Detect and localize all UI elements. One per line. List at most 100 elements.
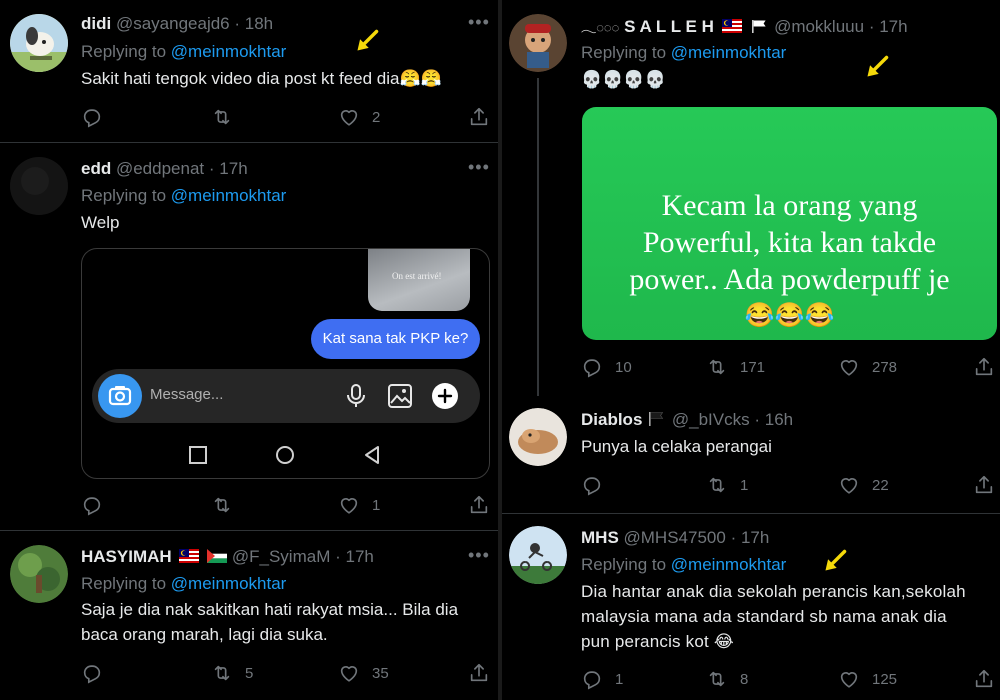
retweet-button[interactable]: 171: [706, 356, 765, 378]
more-options-icon[interactable]: •••: [468, 12, 490, 33]
user-handle[interactable]: @mokkluuu: [774, 17, 864, 36]
tweet-actions: 1 8 125: [581, 668, 996, 692]
reply-prefix: Replying to: [581, 555, 667, 574]
separator: ·: [335, 547, 341, 566]
display-name[interactable]: Diablos: [581, 410, 642, 429]
add-button[interactable]: [432, 383, 458, 409]
share-button[interactable]: [468, 662, 490, 684]
mention-link[interactable]: @meinmokhtar: [171, 574, 287, 593]
like-count: 22: [872, 476, 889, 494]
heart-icon: [838, 474, 860, 496]
timestamp[interactable]: 17h: [879, 17, 907, 36]
timestamp[interactable]: 17h: [741, 528, 769, 547]
tweet-actions: 2: [81, 106, 491, 130]
tweet-salleh[interactable]: 𓂃◌◌◌ S A L L E H @mokkluuu · 17h Replyin…: [502, 0, 1000, 396]
tweet-diablos[interactable]: Diablos @_bIVcks · 16h Punya la celaka p…: [502, 396, 1000, 514]
timestamp[interactable]: 18h: [245, 14, 273, 33]
retweet-icon: [211, 494, 233, 516]
retweet-button[interactable]: [211, 494, 233, 516]
like-button[interactable]: 2: [338, 106, 380, 128]
share-button[interactable]: [973, 474, 995, 496]
like-button[interactable]: 278: [838, 356, 897, 378]
black-flag-icon: [649, 412, 664, 426]
camera-button[interactable]: [98, 374, 142, 418]
mention-link[interactable]: @meinmokhtar: [671, 43, 787, 62]
like-button[interactable]: 1: [338, 494, 380, 516]
retweet-button[interactable]: 8: [706, 668, 748, 690]
tweet-image[interactable]: Kecam la orang yang Powerful, kita kan t…: [582, 107, 997, 340]
retweet-count: 171: [740, 358, 766, 376]
display-name[interactable]: edd: [81, 159, 111, 178]
timestamp[interactable]: 17h: [346, 547, 374, 566]
heart-icon: [338, 494, 360, 516]
nav-home-icon[interactable]: [275, 445, 295, 465]
reply-icon: [81, 662, 103, 684]
like-button[interactable]: 22: [838, 474, 889, 496]
message-composer[interactable]: Message...: [92, 369, 480, 423]
like-button[interactable]: 125: [838, 668, 897, 690]
heart-icon: [838, 356, 860, 378]
user-handle[interactable]: @eddpenat: [116, 159, 204, 178]
thread-line: [537, 78, 539, 396]
reply-prefix: Replying to: [81, 42, 167, 61]
tweet-hasyimah[interactable]: HASYIMAH @F_SyimaM · 17h ••• Replying to…: [0, 531, 498, 700]
tweet-edd[interactable]: edd @eddpenat · 17h ••• Replying to @mei…: [0, 143, 498, 529]
share-button[interactable]: [973, 668, 995, 690]
reply-button[interactable]: [581, 474, 603, 496]
embedded-image[interactable]: On est arrivé! Kat sana tak PKP ke? Mess…: [81, 248, 490, 479]
display-name[interactable]: didi: [81, 14, 111, 33]
more-options-icon[interactable]: •••: [468, 157, 490, 178]
reply-count: 1: [615, 670, 624, 688]
reply-count: 10: [615, 358, 632, 376]
avatar[interactable]: [10, 545, 68, 603]
timestamp[interactable]: 17h: [219, 159, 247, 178]
user-handle[interactable]: @MHS47500: [624, 528, 726, 547]
like-button[interactable]: 35: [338, 662, 389, 684]
reply-button[interactable]: 10: [581, 356, 632, 378]
avatar[interactable]: [10, 14, 68, 72]
reply-icon: [81, 494, 103, 516]
image-text-line: Kecam la orang yang: [661, 189, 918, 222]
share-button[interactable]: [468, 106, 490, 128]
display-name[interactable]: MHS: [581, 528, 619, 547]
reply-button[interactable]: [81, 494, 103, 516]
share-icon: [973, 356, 995, 378]
nav-square-icon[interactable]: [188, 445, 208, 465]
user-handle[interactable]: @sayangeajd6: [116, 14, 230, 33]
retweet-count: 5: [245, 664, 254, 682]
display-name[interactable]: S A L L E H: [624, 17, 714, 36]
retweet-count: 1: [740, 476, 749, 494]
user-handle[interactable]: @_bIVcks: [672, 410, 750, 429]
avatar[interactable]: [509, 526, 567, 584]
retweet-button[interactable]: 5: [211, 662, 253, 684]
display-name[interactable]: HASYIMAH: [81, 547, 172, 566]
image-text-line: 😂😂😂: [744, 303, 835, 329]
mention-link[interactable]: @meinmokhtar: [171, 42, 287, 61]
share-button[interactable]: [973, 356, 995, 378]
share-button[interactable]: [468, 494, 490, 516]
reply-prefix: Replying to: [81, 186, 167, 205]
tweet-mhs[interactable]: MHS @MHS47500 · 17h Replying to @meinmok…: [502, 514, 1000, 700]
arrow-annotation-icon: [864, 54, 890, 80]
nav-back-icon[interactable]: [362, 445, 382, 465]
white-flag-icon: [752, 20, 766, 33]
left-screenshot: didi @sayangeajd6 · 18h ••• Replying to …: [0, 0, 498, 700]
avatar[interactable]: [509, 408, 567, 466]
message-bubble: Kat sana tak PKP ke?: [311, 319, 480, 359]
tweet-didi[interactable]: didi @sayangeajd6 · 18h ••• Replying to …: [0, 0, 498, 142]
mention-link[interactable]: @meinmokhtar: [671, 555, 787, 574]
retweet-button[interactable]: [211, 106, 233, 128]
user-handle[interactable]: @F_SyimaM: [232, 547, 331, 566]
reply-button[interactable]: [81, 662, 103, 684]
gallery-icon[interactable]: [387, 383, 413, 409]
reply-button[interactable]: 1: [581, 668, 623, 690]
retweet-button[interactable]: 1: [706, 474, 748, 496]
message-input[interactable]: Message...: [150, 386, 223, 403]
more-options-icon[interactable]: •••: [468, 545, 490, 566]
timestamp[interactable]: 16h: [765, 410, 793, 429]
avatar[interactable]: [509, 14, 567, 72]
reply-button[interactable]: [81, 106, 103, 128]
mention-link[interactable]: @meinmokhtar: [171, 186, 287, 205]
avatar[interactable]: [10, 157, 68, 215]
microphone-icon[interactable]: [345, 383, 367, 409]
